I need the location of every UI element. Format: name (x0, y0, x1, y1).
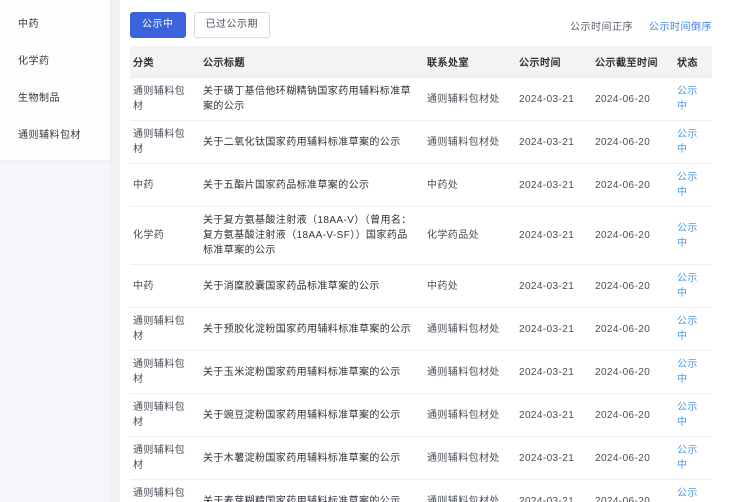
cell-end-date: 2024-06-20 (592, 402, 674, 429)
sidebar-item-tongzefuliao[interactable]: 通则辅料包材 (0, 115, 110, 152)
column-header-publish-date: 公示时间 (516, 46, 592, 77)
cell-office: 中药处 (424, 273, 516, 300)
cell-title[interactable]: 关于玉米淀粉国家药用辅料标准草案的公示 (200, 359, 424, 386)
cell-category: 通则辅料包材 (130, 121, 200, 163)
cell-title[interactable]: 关于预胶化淀粉国家药用辅料标准草案的公示 (200, 316, 424, 343)
cell-status[interactable]: 公示中 (674, 351, 712, 393)
cell-publish-date: 2024-03-21 (516, 86, 592, 113)
cell-status[interactable]: 公示中 (674, 215, 712, 257)
table-row: 通则辅料包材关于预胶化淀粉国家药用辅料标准草案的公示通则辅料包材处2024-03… (130, 308, 712, 351)
cell-publish-date: 2024-03-21 (516, 129, 592, 156)
cell-end-date: 2024-06-20 (592, 222, 674, 249)
cell-category: 通则辅料包材 (130, 437, 200, 479)
cell-office: 通则辅料包材处 (424, 445, 516, 472)
table-row: 通则辅料包材关于磺丁基倍他环糊精钠国家药用辅料标准草案的公示通则辅料包材处202… (130, 78, 712, 121)
cell-office: 通则辅料包材处 (424, 359, 516, 386)
cell-category: 化学药 (130, 222, 200, 249)
cell-end-date: 2024-06-20 (592, 359, 674, 386)
cell-title[interactable]: 关于五酯片国家药品标准草案的公示 (200, 172, 424, 199)
table-row: 中药关于消糜胶囊国家药品标准草案的公示中药处2024-03-212024-06-… (130, 265, 712, 308)
cell-status[interactable]: 公示中 (674, 121, 712, 163)
cell-status[interactable]: 公示中 (674, 78, 712, 120)
cell-end-date: 2024-06-20 (592, 316, 674, 343)
table-row: 通则辅料包材关于豌豆淀粉国家药用辅料标准草案的公示通则辅料包材处2024-03-… (130, 394, 712, 437)
cell-title[interactable]: 关于消糜胶囊国家药品标准草案的公示 (200, 273, 424, 300)
cell-title[interactable]: 关于豌豆淀粉国家药用辅料标准草案的公示 (200, 402, 424, 429)
cell-end-date: 2024-06-20 (592, 445, 674, 472)
cell-office: 化学药品处 (424, 222, 516, 249)
cell-publish-date: 2024-03-21 (516, 445, 592, 472)
sidebar: 中药 化学药 生物制品 通则辅料包材 (0, 0, 110, 502)
cell-category: 通则辅料包材 (130, 394, 200, 436)
sidebar-menu: 中药 化学药 生物制品 通则辅料包材 (0, 0, 110, 160)
cell-publish-date: 2024-03-21 (516, 488, 592, 502)
table-row: 通则辅料包材关于玉米淀粉国家药用辅料标准草案的公示通则辅料包材处2024-03-… (130, 351, 712, 394)
table-row: 化学药关于复方氨基酸注射液（18AA-V）（曾用名：复方氨基酸注射液（18AA-… (130, 207, 712, 265)
cell-category: 中药 (130, 273, 200, 300)
sidebar-item-zhongyao[interactable]: 中药 (0, 4, 110, 41)
main-panel: 公示中 已过公示期 公示时间正序 公示时间倒序 分类 公示标题 联系处室 公示时… (120, 0, 730, 502)
cell-title[interactable]: 关于麦芽糊精国家药用辅料标准草案的公示 (200, 488, 424, 502)
cell-publish-date: 2024-03-21 (516, 273, 592, 300)
cell-end-date: 2024-06-20 (592, 129, 674, 156)
cell-title[interactable]: 关于复方氨基酸注射液（18AA-V）（曾用名：复方氨基酸注射液（18AA-V-S… (200, 207, 424, 264)
sort-time-desc-link[interactable]: 公示时间倒序 (649, 18, 712, 33)
page: 中药 化学药 生物制品 通则辅料包材 公示中 已过公示期 公示时间正序 公示时间… (0, 0, 730, 502)
filter-expired-button[interactable]: 已过公示期 (194, 12, 271, 38)
column-header-category: 分类 (130, 46, 200, 77)
cell-title[interactable]: 关于磺丁基倍他环糊精钠国家药用辅料标准草案的公示 (200, 78, 424, 120)
cell-publish-date: 2024-03-21 (516, 402, 592, 429)
sort-time-asc-link[interactable]: 公示时间正序 (570, 18, 633, 33)
cell-category: 通则辅料包材 (130, 308, 200, 350)
cell-publish-date: 2024-03-21 (516, 222, 592, 249)
cell-status[interactable]: 公示中 (674, 308, 712, 350)
filter-active-button[interactable]: 公示中 (130, 12, 186, 38)
sidebar-item-huaxueyao[interactable]: 化学药 (0, 41, 110, 78)
cell-publish-date: 2024-03-21 (516, 172, 592, 199)
toolbar: 公示中 已过公示期 公示时间正序 公示时间倒序 (130, 13, 712, 37)
table-row: 通则辅料包材关于木薯淀粉国家药用辅料标准草案的公示通则辅料包材处2024-03-… (130, 437, 712, 480)
cell-office: 通则辅料包材处 (424, 488, 516, 502)
cell-office: 通则辅料包材处 (424, 86, 516, 113)
column-header-office: 联系处室 (424, 46, 516, 77)
cell-title[interactable]: 关于二氧化钛国家药用辅料标准草案的公示 (200, 129, 424, 156)
cell-end-date: 2024-06-20 (592, 488, 674, 502)
cell-status[interactable]: 公示中 (674, 265, 712, 307)
sidebar-item-shengwuzhipin[interactable]: 生物制品 (0, 78, 110, 115)
cell-category: 通则辅料包材 (130, 351, 200, 393)
cell-publish-date: 2024-03-21 (516, 359, 592, 386)
cell-publish-date: 2024-03-21 (516, 316, 592, 343)
cell-office: 通则辅料包材处 (424, 316, 516, 343)
cell-category: 通则辅料包材 (130, 480, 200, 502)
cell-office: 通则辅料包材处 (424, 129, 516, 156)
announcement-table: 分类 公示标题 联系处室 公示时间 公示截至时间 状态 通则辅料包材关于磺丁基倍… (130, 46, 712, 502)
cell-end-date: 2024-06-20 (592, 273, 674, 300)
table-row: 中药关于五酯片国家药品标准草案的公示中药处2024-03-212024-06-2… (130, 164, 712, 207)
cell-status[interactable]: 公示中 (674, 480, 712, 502)
cell-office: 中药处 (424, 172, 516, 199)
cell-title[interactable]: 关于木薯淀粉国家药用辅料标准草案的公示 (200, 445, 424, 472)
cell-status[interactable]: 公示中 (674, 394, 712, 436)
column-header-title: 公示标题 (200, 46, 424, 77)
cell-office: 通则辅料包材处 (424, 402, 516, 429)
table-row: 通则辅料包材关于二氧化钛国家药用辅料标准草案的公示通则辅料包材处2024-03-… (130, 121, 712, 164)
column-header-status: 状态 (674, 46, 712, 77)
cell-category: 通则辅料包材 (130, 78, 200, 120)
cell-status[interactable]: 公示中 (674, 437, 712, 479)
cell-end-date: 2024-06-20 (592, 172, 674, 199)
cell-status[interactable]: 公示中 (674, 164, 712, 206)
column-header-end-date: 公示截至时间 (592, 46, 674, 77)
cell-category: 中药 (130, 172, 200, 199)
table-row: 通则辅料包材关于麦芽糊精国家药用辅料标准草案的公示通则辅料包材处2024-03-… (130, 480, 712, 502)
table-header-row: 分类 公示标题 联系处室 公示时间 公示截至时间 状态 (130, 46, 712, 78)
cell-end-date: 2024-06-20 (592, 86, 674, 113)
table-body: 通则辅料包材关于磺丁基倍他环糊精钠国家药用辅料标准草案的公示通则辅料包材处202… (130, 78, 712, 502)
